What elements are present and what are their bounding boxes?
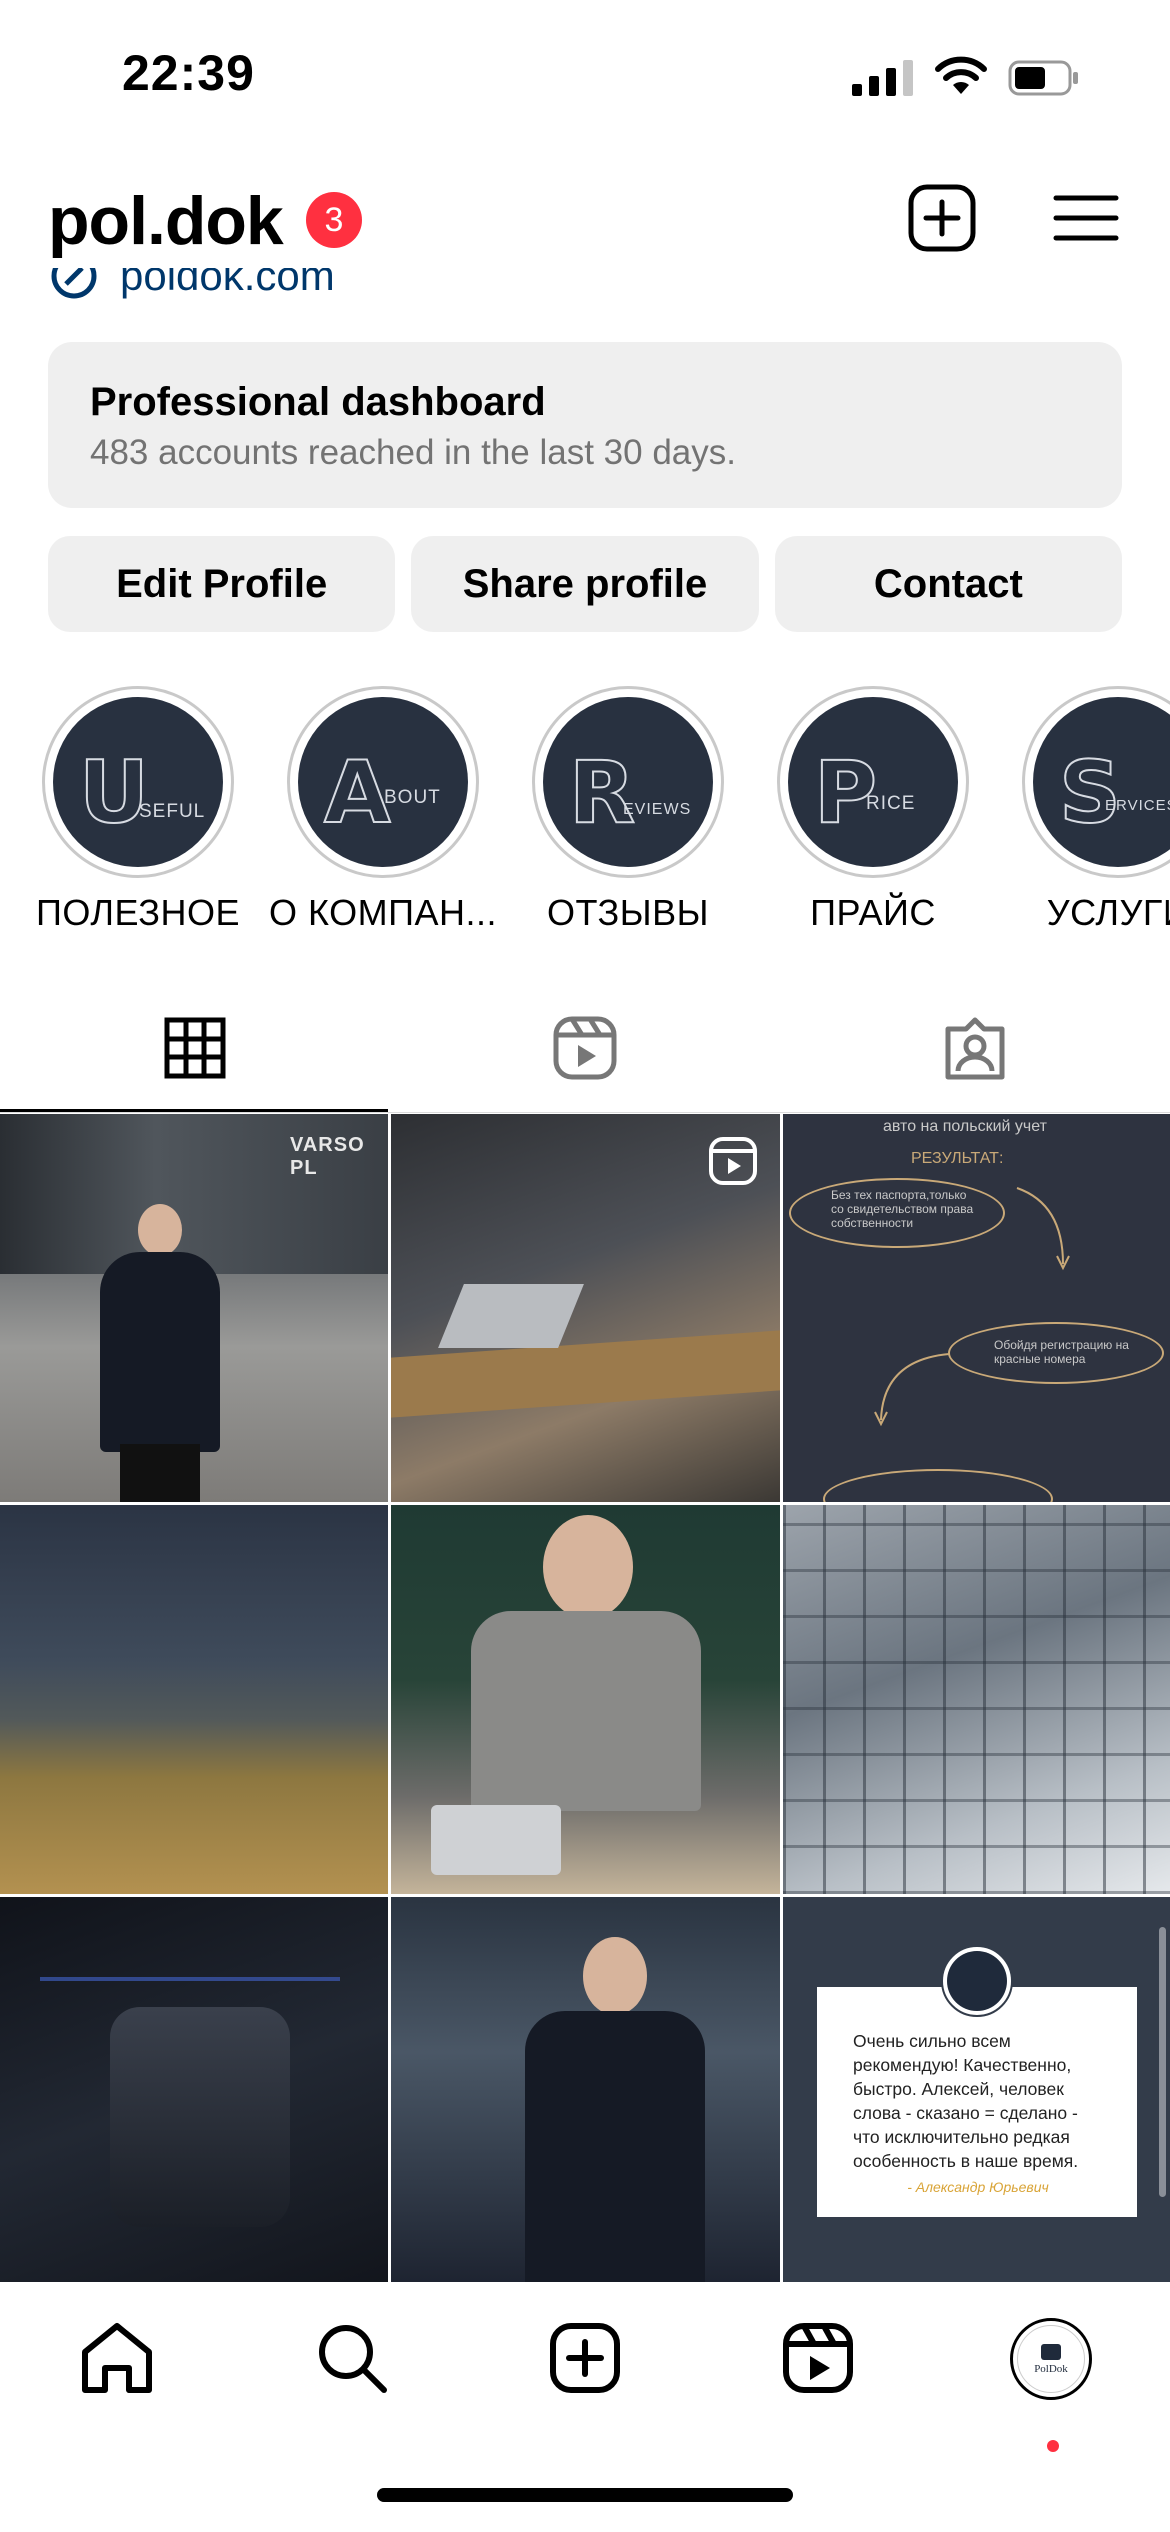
highlight-cover: P RICE [777, 686, 969, 878]
search-icon[interactable] [312, 2318, 392, 2398]
glass-facade [783, 1505, 1170, 1894]
home-icon[interactable] [77, 2318, 157, 2398]
ambient-light [40, 1977, 340, 1981]
dashboard-title: Professional dashboard [90, 380, 546, 424]
account-switcher-username[interactable]: pol.dok [48, 182, 284, 260]
edit-profile-button[interactable]: Edit Profile [48, 536, 396, 632]
highlight-useful[interactable]: U SEFUL ПОЛЕЗНОЕ [15, 686, 261, 934]
info-oval: Без тех паспорта,только со свидетельство… [789, 1178, 1005, 1248]
post-tile[interactable] [783, 1505, 1170, 1894]
tab-tagged[interactable] [780, 984, 1170, 1112]
tabs-divider [0, 1112, 1170, 1113]
home-indicator[interactable] [377, 2488, 793, 2502]
dashboard-subtitle: 483 accounts reached in the last 30 days… [90, 433, 736, 472]
grid-icon [164, 1017, 226, 1079]
review-card: Очень сильно всем рекомендую! Качественн… [817, 1987, 1137, 2217]
laptop [438, 1284, 584, 1348]
tagged-icon [945, 1017, 1005, 1080]
highlight-price[interactable]: P RICE ПРАЙС [750, 686, 996, 934]
building-sign: VARSO PL [290, 1134, 365, 1179]
post-tile[interactable]: авто на польский учет РЕЗУЛЬТАТ: Без тех… [783, 1114, 1170, 1502]
professional-dashboard-card[interactable]: Professional dashboard 483 accounts reac… [48, 342, 1122, 508]
person-figure [90, 1204, 230, 1502]
post-tile[interactable] [391, 1505, 780, 1894]
contact-button[interactable]: Contact [774, 536, 1122, 632]
hamburger-menu-icon[interactable] [1050, 182, 1122, 254]
post-tile[interactable] [0, 1897, 388, 2286]
highlight-label: ОТЗЫВЫ [546, 892, 710, 933]
post-tile[interactable] [391, 1897, 780, 2286]
highlight-cover: R EVIEWS [532, 686, 724, 878]
highlight-label: ПРАЙС [810, 892, 936, 933]
reels-icon [553, 1016, 617, 1080]
tab-reels[interactable] [390, 984, 780, 1112]
profile-header: pol.dok 3 [0, 170, 1170, 280]
review-author: - Александр Юрьевич [907, 2179, 1049, 2195]
person-figure [511, 1937, 711, 2286]
wifi-icon [935, 56, 987, 94]
info-oval: Обойдя регистрацию на красные номера [948, 1322, 1164, 1384]
highlight-label: УСЛУГИ [1046, 892, 1170, 933]
highlight-cover: S ERVICES [1022, 686, 1170, 878]
profile-link-row[interactable]: poldok.com [48, 268, 648, 308]
highlight-about[interactable]: A BOUT О КОМПАН... [260, 686, 506, 934]
post-tile[interactable]: VARSO PL [0, 1114, 388, 1502]
arrow-icon [1016, 1187, 1070, 1271]
profile-actions: Edit Profile Share profile Contact [48, 536, 1122, 632]
highlight-cover: U SEFUL [42, 686, 234, 878]
battery-icon [1008, 60, 1078, 96]
highlight-services[interactable]: S ERVICES УСЛУГИ [995, 686, 1170, 934]
poldok-logo: PolDok [1017, 2325, 1085, 2393]
post-tile[interactable] [391, 1114, 780, 1502]
reel-badge-icon [709, 1137, 757, 1185]
profile-link[interactable]: poldok.com [120, 268, 335, 300]
highlight-cover: A BOUT [287, 686, 479, 878]
notification-badge: 3 [306, 192, 362, 248]
laptop [431, 1805, 561, 1875]
reels-icon[interactable] [778, 2318, 858, 2398]
highlight-label: О КОМПАН... [269, 892, 497, 933]
review-text: Очень сильно всем рекомендую! Качественн… [853, 2031, 1079, 2171]
post-tile[interactable]: Очень сильно всем рекомендую! Качественн… [783, 1897, 1170, 2286]
create-post-icon[interactable] [906, 182, 978, 254]
profile-tabs [0, 984, 1170, 1112]
post-tile[interactable] [0, 1505, 388, 1894]
tab-posts-grid[interactable] [0, 984, 390, 1112]
create-icon[interactable] [545, 2318, 625, 2398]
status-time: 22:39 [122, 45, 255, 101]
arrow-icon [874, 1353, 950, 1427]
highlight-label: ПОЛЕЗНОЕ [35, 892, 241, 933]
profile-notification-dot [1047, 2440, 1059, 2452]
highlight-reviews[interactable]: R EVIEWS ОТЗЫВЫ [505, 686, 751, 934]
info-oval [823, 1469, 1053, 1502]
posts-grid: VARSO PL авто на польский учет РЕЗУЛЬТАТ… [0, 1114, 1170, 2286]
gear-shifter [110, 2007, 290, 2227]
scroll-indicator [1159, 1927, 1166, 2197]
cellular-signal-icon [852, 60, 913, 96]
poldok-logo [941, 1945, 1013, 2017]
story-highlights: U SEFUL ПОЛЕЗНОЕ A BOUT О КОМПАН... R EV… [0, 686, 1170, 936]
avatar-logo-text: PolDok [1034, 2362, 1068, 2375]
link-icon [51, 268, 97, 299]
status-bar: 22:39 [0, 0, 1170, 150]
share-profile-button[interactable]: Share profile [411, 536, 759, 632]
profile-avatar[interactable]: PolDok [1010, 2318, 1092, 2400]
